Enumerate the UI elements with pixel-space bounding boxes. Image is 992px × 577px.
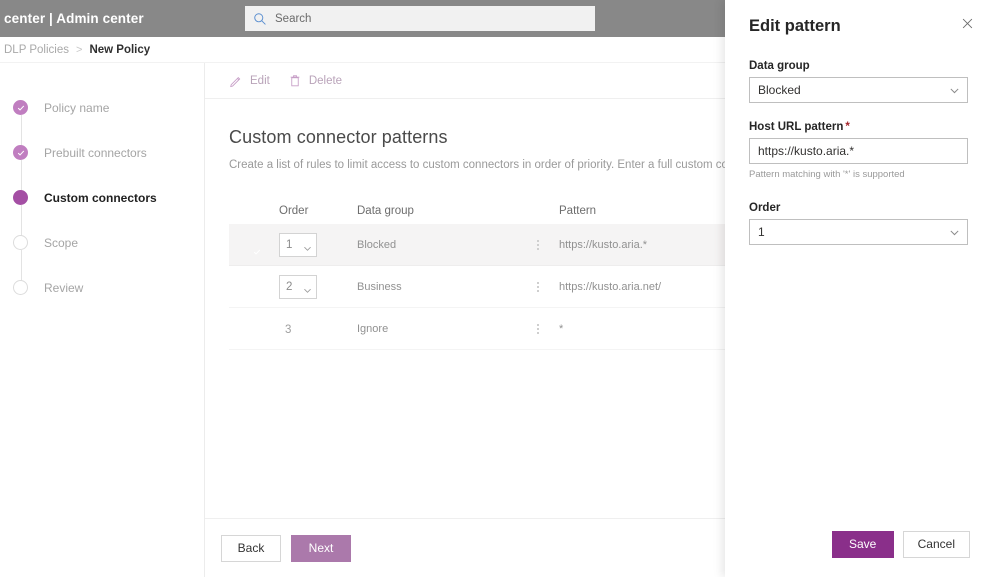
order-value: 3 [285,323,292,336]
pencil-icon [229,74,243,88]
search-placeholder: Search [275,12,312,25]
column-header-order: Order [279,205,309,217]
sidebar-item-prebuilt-connectors[interactable]: Prebuilt connectors [0,130,204,175]
order-dropdown[interactable]: 2 [279,274,317,299]
panel-body: Data group Blocked Host URL pattern * htt… [725,52,992,245]
host-url-label-text: Host URL pattern [749,121,844,133]
breadcrumb-dlp-policies[interactable]: DLP Policies [4,44,69,56]
wizard-rail: Policy name Prebuilt connectors Custom c… [0,63,205,577]
panel-title: Edit pattern [749,16,841,35]
edit-button[interactable]: Edit [229,74,270,88]
edit-pattern-panel: Edit pattern Data group Blocked Host URL… [725,0,992,577]
more-vertical-icon [517,281,559,292]
row-data-group: Blocked [357,238,397,251]
sidebar-item-policy-name[interactable]: Policy name [0,85,204,130]
step-status-active-icon [13,190,28,205]
column-header-data-group: Data group [357,205,414,217]
data-group-field: Data group Blocked [749,60,968,103]
breadcrumb-new-policy: New Policy [89,43,151,56]
row-order-cell: 2 [279,274,357,299]
close-icon [961,17,974,35]
chevron-down-icon [303,282,312,293]
next-button[interactable]: Next [291,534,351,562]
row-data-group: Ignore [357,322,389,335]
sidebar-item-label: Custom connectors [44,190,157,205]
sidebar-item-label: Review [44,280,84,295]
sidebar-item-label: Scope [44,235,79,250]
data-group-value: Blocked [758,83,801,97]
step-status-done-icon [13,145,28,160]
order-field: Order 1 [749,202,968,245]
chevron-down-icon [949,227,960,238]
more-vertical-icon [517,239,559,250]
panel-footer: Save Cancel [725,511,992,577]
back-button[interactable]: Back [221,534,281,562]
sidebar-item-review[interactable]: Review [0,265,204,310]
data-group-select[interactable]: Blocked [749,77,968,103]
host-url-field: Host URL pattern * https://kusto.aria.* P… [749,121,968,180]
row-data-group: Business [357,280,402,293]
row-overflow-menu[interactable] [517,239,559,250]
row-overflow-menu[interactable] [517,281,559,292]
step-status-pending-icon [13,280,28,295]
edit-label: Edit [250,74,270,87]
description-text: Create a list of rules to limit access t… [229,159,778,171]
close-button[interactable] [956,15,978,37]
order-value: 1 [758,225,765,239]
search-input[interactable]: Search [245,6,595,31]
host-url-value: https://kusto.aria.* [758,144,855,158]
more-vertical-icon [517,323,559,334]
data-group-label: Data group [749,60,810,72]
cancel-button[interactable]: Cancel [902,530,970,558]
order-label: Order [749,202,781,214]
chevron-down-icon [303,240,312,251]
row-overflow-menu[interactable] [517,323,559,334]
host-url-input[interactable]: https://kusto.aria.* [749,138,968,164]
save-button[interactable]: Save [831,530,894,558]
delete-button[interactable]: Delete [288,74,342,88]
order-value: 2 [286,280,293,293]
trash-icon [288,74,302,88]
order-dropdown[interactable]: 1 [279,232,317,257]
search-icon [253,12,267,26]
required-asterisk: * [845,121,850,133]
sidebar-item-scope[interactable]: Scope [0,220,204,265]
row-order-cell: 1 [279,232,357,257]
order-select[interactable]: 1 [749,219,968,245]
breadcrumb-separator: > [76,43,83,56]
suite-title: in center | Admin center [0,11,144,26]
app-root: in center | Admin center Search DLP Poli… [0,0,992,577]
panel-header: Edit pattern [725,0,992,52]
sidebar-item-custom-connectors[interactable]: Custom connectors [0,175,204,220]
step-status-pending-icon [13,235,28,250]
host-url-label: Host URL pattern * [749,121,968,133]
sidebar-item-label: Policy name [44,100,110,115]
step-status-done-icon [13,100,28,115]
host-url-hint: Pattern matching with '*' is supported [749,169,905,180]
chevron-down-icon [949,85,960,96]
delete-label: Delete [308,74,343,87]
row-order-cell: 3 [279,320,357,338]
sidebar-item-label: Prebuilt connectors [44,145,147,160]
order-value: 1 [286,238,293,251]
